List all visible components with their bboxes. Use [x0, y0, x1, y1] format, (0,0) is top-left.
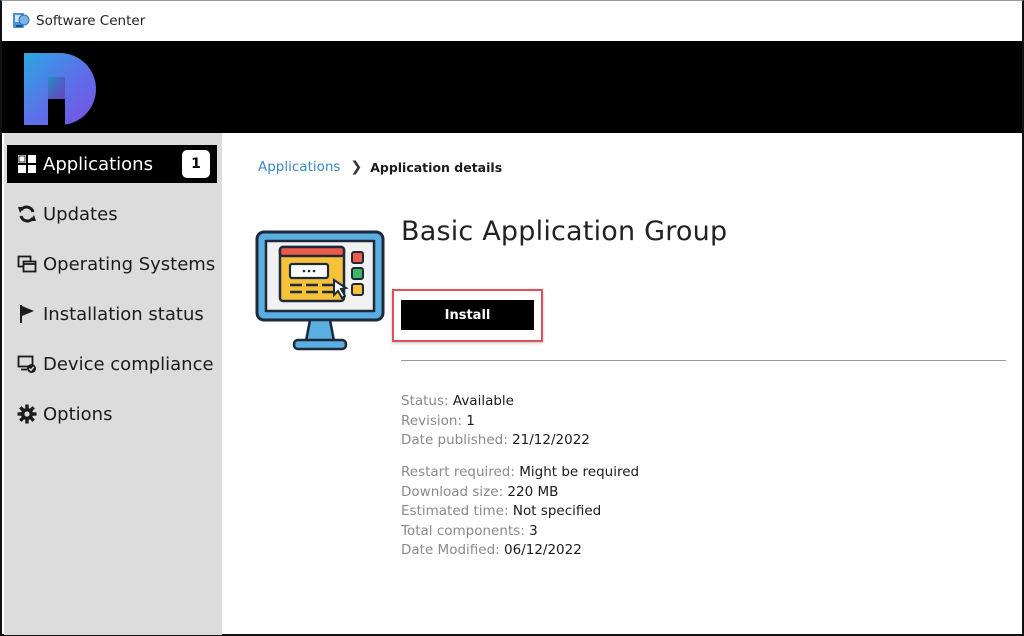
detail-row-revision: Revision: 1	[401, 412, 475, 429]
application-title: Basic Application Group	[401, 216, 728, 247]
details-divider	[401, 360, 1006, 361]
flag-icon	[17, 304, 37, 324]
sidebar-item-label: Operating Systems	[43, 253, 216, 275]
sidebar: Applications 1 Updates Operating Systems…	[4, 133, 222, 635]
detail-row-date-modified: Date Modified: 06/12/2022	[401, 542, 582, 558]
detail-row-restart-required: Restart required: Might be required	[401, 464, 640, 480]
detail-row-estimated-time: Estimated time: Not specified	[401, 503, 602, 519]
breadcrumb: Applications ❯ Application details	[258, 159, 502, 175]
sidebar-item-label: Applications	[43, 153, 153, 175]
application-details-primary: Status: Available Revision: 1 Date publi…	[401, 392, 590, 451]
refresh-icon	[17, 204, 37, 224]
sidebar-item-operating-systems[interactable]: Operating Systems	[7, 245, 217, 283]
software-center-app-icon	[12, 12, 30, 30]
detail-row-date-published: Date published: 21/12/2022	[401, 432, 590, 448]
branding-banner	[2, 41, 1022, 133]
sidebar-item-device-compliance[interactable]: Device compliance	[7, 345, 217, 383]
software-center-window: Software Center Applications 1 Updates O…	[0, 0, 1024, 636]
breadcrumb-applications-link[interactable]: Applications	[258, 159, 340, 175]
sidebar-item-label: Installation status	[43, 303, 204, 325]
gear-icon	[17, 404, 37, 424]
applications-grid-icon	[17, 154, 37, 174]
sidebar-item-updates[interactable]: Updates	[7, 195, 217, 233]
sidebar-item-installation-status[interactable]: Installation status	[7, 295, 217, 333]
application-details-secondary: Restart required: Might be required Down…	[401, 463, 639, 561]
detail-row-download-size: Download size: 220 MB	[401, 483, 559, 500]
applications-count-badge: 1	[182, 150, 210, 178]
install-button[interactable]: Install	[401, 300, 534, 330]
detail-row-total-components: Total components: 3	[401, 522, 538, 539]
windows-stack-icon	[17, 254, 37, 274]
sidebar-item-label: Updates	[43, 203, 118, 225]
sidebar-item-label: Options	[43, 403, 113, 425]
device-check-icon	[17, 354, 37, 374]
detail-row-status: Status: Available	[401, 393, 514, 409]
brand-logo	[24, 53, 96, 125]
chevron-right-icon: ❯	[350, 159, 363, 175]
sidebar-item-label: Device compliance	[43, 353, 214, 375]
application-monitor-icon	[255, 230, 385, 351]
window-title: Software Center	[36, 13, 146, 29]
sidebar-item-applications[interactable]: Applications 1	[7, 145, 217, 183]
breadcrumb-current: Application details	[370, 159, 503, 175]
sidebar-item-options[interactable]: Options	[7, 395, 217, 433]
title-bar: Software Center	[2, 1, 1022, 41]
